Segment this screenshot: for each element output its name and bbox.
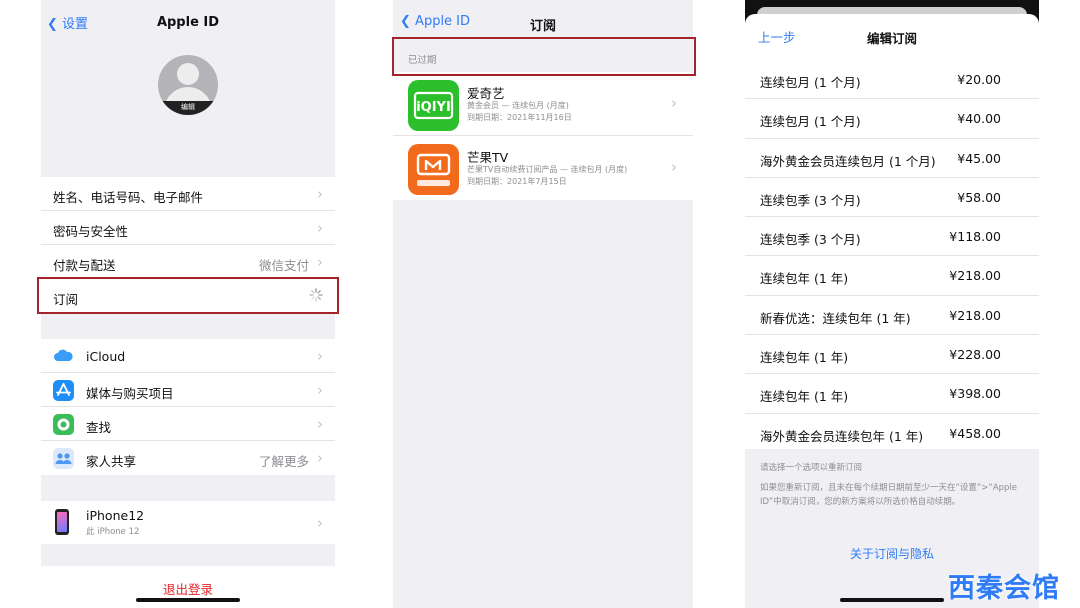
nav-bar: ❮ 设置 Apple ID <box>41 0 335 42</box>
row-label: 查找 <box>86 420 112 435</box>
option-item[interactable]: 海外黄金会员连续包月 (1 个月) ¥45.00 <box>745 139 1039 178</box>
subscription-plan: 黄金会员 — 连续包月 (月度) <box>467 101 569 110</box>
page-title: 订阅 <box>529 19 556 34</box>
device-name: iPhone12 <box>86 508 145 523</box>
option-item[interactable]: 连续包年 (1 年) ¥228.00 <box>745 335 1039 375</box>
subscription-item-mango-tv[interactable]: 芒果TV 芒果TV自动续费订阅产品 — 连续包月 (月度) 到期日期：2021年… <box>393 136 693 200</box>
option-item[interactable]: 连续包年 (1 年) ¥218.00 <box>745 256 1039 296</box>
option-name: 连续包年 (1 年) <box>760 271 849 287</box>
avatar[interactable]: 编辑 <box>158 55 218 115</box>
option-name: 连续包月 (1 个月) <box>760 75 861 90</box>
option-name: 新春优选：连续包年 (1 年) <box>760 310 911 326</box>
chevron-right-icon: › <box>317 253 323 271</box>
row-find-my[interactable]: 查找 › <box>41 407 335 441</box>
option-item[interactable]: 海外黄金会员连续包年 (1 年) ¥458.00 <box>745 414 1039 453</box>
nav-bar: ❮ Apple ID 订阅 <box>393 0 693 42</box>
privacy-link[interactable]: 关于订阅与隐私 <box>745 545 1039 562</box>
option-price: ¥20.00 <box>957 72 1001 87</box>
edit-subscription-sheet: 上一步 编辑订阅 连续包月 (1 个月) ¥20.00 连续包月 (1 个月) ¥4… <box>745 14 1039 608</box>
hint-text: 请选择一个选项以重新订阅 <box>760 463 863 473</box>
watermark: 西秦会馆 <box>948 573 1060 604</box>
option-name: 连续包季 (3 个月) <box>760 232 861 248</box>
sign-out-label: 退出登录 <box>162 582 213 597</box>
chevron-right-icon: › <box>317 347 323 365</box>
page-title: Apple ID <box>156 15 220 30</box>
row-payment-shipping[interactable]: 付款与配送 微信支付 › <box>41 245 335 279</box>
cloud-icon <box>53 346 74 367</box>
option-item[interactable]: 连续包季 (3 个月) ¥118.00 <box>745 217 1039 257</box>
option-price: ¥40.00 <box>957 111 1001 127</box>
chevron-right-icon: › <box>317 449 323 467</box>
option-item[interactable]: 连续包季 (3 个月) ¥58.00 <box>745 178 1039 218</box>
option-price: ¥118.00 <box>949 229 1001 245</box>
subscription-list: iQIYI 爱奇艺 黄金会员 — 连续包月 (月度) 到期日期：2021年11月… <box>393 72 693 200</box>
home-indicator <box>840 598 944 602</box>
row-family-sharing[interactable]: 家人共享 了解更多 › <box>41 441 335 475</box>
option-price: ¥58.00 <box>957 189 1001 205</box>
device-subtitle: 此 iPhone 12 <box>86 527 140 537</box>
row-label: 媒体与购买项目 <box>86 386 174 401</box>
option-price: ¥228.00 <box>949 347 1001 363</box>
option-price: ¥218.00 <box>949 307 1001 323</box>
mango-tv-icon <box>408 144 459 195</box>
services-group: iCloud › 媒体与购买项目 › 查找 › 家人共享 了解更多 › <box>41 339 335 475</box>
option-name: 连续包季 (3 个月) <box>760 192 861 208</box>
row-label: 付款与配送 <box>53 258 116 273</box>
avatar-head <box>177 63 199 85</box>
row-icloud[interactable]: iCloud › <box>41 339 335 373</box>
edit-subscription-screen: 上一步 编辑订阅 连续包月 (1 个月) ¥20.00 连续包月 (1 个月) ¥4… <box>745 0 1039 608</box>
option-item[interactable]: 连续包年 (1 年) ¥398.00 <box>745 374 1039 414</box>
option-item[interactable]: 连续包月 (1 个月) ¥20.00 <box>745 60 1039 100</box>
iqiyi-icon: iQIYI <box>408 80 459 131</box>
svg-text:iQIYI: iQIYI <box>416 100 451 115</box>
subscription-options: 连续包月 (1 个月) ¥20.00 连续包月 (1 个月) ¥40.00 海外黄金… <box>745 60 1039 453</box>
renewal-note: 如果您重新订阅，且未在每个续期日期前至少一天在“设置”>“Apple ID”中取… <box>760 483 1018 507</box>
subscription-plan: 芒果TV自动续费订阅产品 — 连续包月 (月度) <box>467 165 628 174</box>
row-label: 家人共享 <box>86 454 137 469</box>
chevron-right-icon: › <box>317 381 323 399</box>
iphone-icon <box>55 509 69 535</box>
option-item[interactable]: 新春优选：连续包年 (1 年) ¥218.00 <box>745 296 1039 336</box>
option-name: 连续包年 (1 年) <box>760 389 849 405</box>
app-store-icon <box>53 380 74 401</box>
home-indicator <box>136 598 240 602</box>
chevron-right-icon: › <box>671 158 677 176</box>
row-label: iCloud <box>86 349 126 364</box>
option-name: 连续包月 (1 个月) <box>760 114 861 130</box>
option-price: ¥218.00 <box>949 268 1001 284</box>
device-group: iPhone12 此 iPhone 12 › <box>41 501 335 544</box>
chevron-right-icon: › <box>317 514 323 532</box>
find-my-icon <box>53 414 74 435</box>
row-password-security[interactable]: 密码与安全性 › <box>41 211 335 245</box>
option-price: ¥45.00 <box>957 150 1001 166</box>
subscriptions-highlight-box <box>37 277 339 314</box>
family-sharing-icon <box>53 448 74 469</box>
page-title: 编辑订阅 <box>866 31 917 46</box>
row-device-iphone12[interactable]: iPhone12 此 iPhone 12 › <box>41 501 335 544</box>
subscription-expiry: 到期日期：2021年11月16日 <box>467 113 572 122</box>
expired-section-highlight-box <box>392 37 696 76</box>
row-value: 微信支付 <box>258 258 309 273</box>
chevron-right-icon: › <box>317 219 323 237</box>
row-label: 密码与安全性 <box>53 224 129 239</box>
row-value: 了解更多 <box>258 454 309 469</box>
row-name-phone-email[interactable]: 姓名、电话号码、电子邮件 › <box>41 177 335 211</box>
row-label: 姓名、电话号码、电子邮件 <box>53 190 204 205</box>
option-item[interactable]: 连续包月 (1 个月) ¥40.00 <box>745 99 1039 139</box>
subscription-expiry: 到期日期：2021年7月15日 <box>467 177 567 186</box>
option-price: ¥398.00 <box>949 386 1001 402</box>
option-name: 海外黄金会员连续包月 (1 个月) <box>760 153 936 169</box>
option-price: ¥458.00 <box>949 425 1001 441</box>
option-name: 海外黄金会员连续包年 (1 年) <box>760 428 924 444</box>
row-media-purchases[interactable]: 媒体与购买项目 › <box>41 373 335 407</box>
chevron-right-icon: › <box>317 185 323 203</box>
chevron-right-icon: › <box>317 415 323 433</box>
subscription-item-iqiyi[interactable]: iQIYI 爱奇艺 黄金会员 — 连续包月 (月度) 到期日期：2021年11月… <box>393 72 693 136</box>
avatar-edit-label[interactable]: 编辑 <box>158 101 218 115</box>
chevron-right-icon: › <box>671 94 677 112</box>
option-name: 连续包年 (1 年) <box>760 350 849 366</box>
subscriptions-screen: ❮ Apple ID 订阅 已过期 iQIYI 爱奇艺 黄金会员 — 连续包月 … <box>393 0 693 608</box>
